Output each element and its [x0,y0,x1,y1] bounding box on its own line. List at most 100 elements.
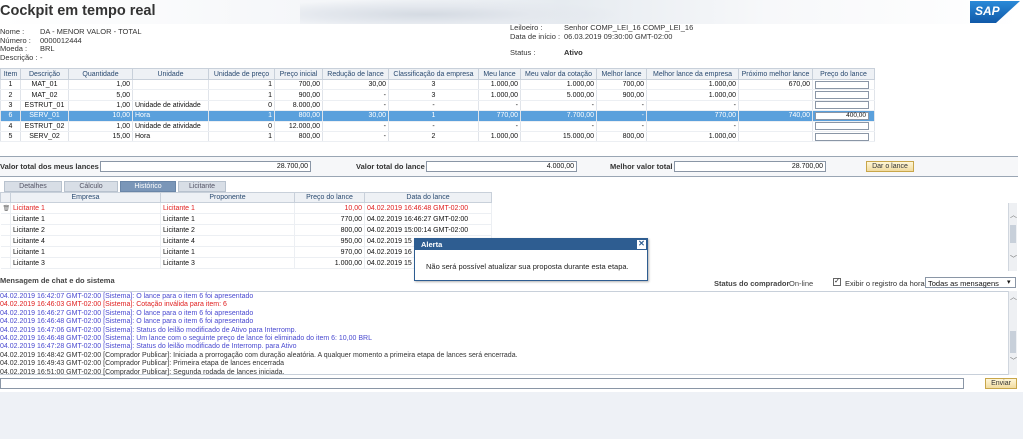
table-cell[interactable] [812,89,875,101]
table-cell: 800,00 [274,110,323,122]
table-row[interactable]: 4 ESTRUT_02 1,00 Unidade de atividade 0 12.00… [0,121,875,132]
history-cell: Licitante 1 [10,213,161,225]
items-header-cell[interactable]: Item [0,68,21,80]
table-cell [738,131,813,143]
items-header-cell[interactable]: Preço do lance [812,68,875,80]
items-header-cell[interactable]: Quantidade [68,68,133,80]
footer-area [0,392,1023,439]
chevron-down-icon: ▾ [1007,279,1011,286]
bid-total-label: Valor total do lance [356,162,425,171]
table-cell: 10,00 [68,110,133,122]
tab-detalhes[interactable]: Detalhes [4,181,62,192]
chat-message: 04.02.2019 16:47:28 GMT-02:00 [Sistema]:… [0,343,297,351]
table-cell[interactable] [812,79,875,91]
close-icon[interactable]: ✕ [637,240,646,249]
table-cell: 1.000,00 [646,79,739,91]
table-cell: Unidade de atividade [132,121,209,132]
table-cell: 3 [388,89,479,101]
history-scrollbar[interactable]: ︿ ﹀ [1008,203,1017,271]
history-header-cell: Empresa [10,192,161,203]
items-header-cell[interactable]: Preço inicial [274,68,323,80]
table-cell: 5.000,00 [520,89,597,101]
table-cell: 12.000,00 [274,121,323,132]
bid-price-input[interactable]: 400,00 [815,111,869,120]
bid-price-input[interactable] [815,91,869,100]
table-cell: - [322,100,389,112]
history-cell: Licitante 1 [160,246,295,258]
history-cell: Licitante 4 [10,235,161,247]
table-cell [738,100,813,112]
table-cell: 1,00 [68,100,133,112]
bid-price-input[interactable] [815,101,869,110]
send-button[interactable]: Enviar [985,378,1017,389]
buyer-status-value: On-line [789,279,814,288]
scroll-up-icon[interactable]: ︿ [1009,293,1018,302]
bid-price-input[interactable] [815,80,869,89]
scroll-down-icon[interactable]: ﹀ [1009,357,1018,366]
scroll-up-icon[interactable]: ︿ [1009,211,1018,220]
items-header-cell[interactable]: Classificação da empresa [388,68,479,80]
bid-total-value: 4.000,00 [426,161,577,172]
history-cell: 970,00 [294,246,365,258]
history-row[interactable]: Licitante 2 Licitante 2 800,00 04.02.2019 1… [0,224,492,236]
filter-value: Todas as mensagens [928,279,999,288]
scroll-thumb[interactable] [1010,331,1016,353]
table-row[interactable]: 6 SERV_01 10,00 Hora 1 800,00 30,00 1 770,00 7.70… [0,110,875,122]
scroll-down-icon[interactable]: ﹀ [1009,255,1018,264]
items-header-cell[interactable]: Melhor lance da empresa [646,68,739,80]
history-cell: Licitante 1 [10,246,161,258]
table-cell: 1 [208,110,275,122]
bid-price-input[interactable] [815,132,869,141]
history-cell: 800,00 [294,224,365,236]
table-row[interactable]: 2 MAT_02 5,00 1 900,00-3 1.000,00 5.000,00 900,… [0,89,875,101]
row-marker [0,224,11,236]
table-row[interactable]: 5 SERV_02 15,00 Hora 1 800,00-2 1.000,00 15.000… [0,131,875,143]
message-filter-select[interactable]: Todas as mensagens ▾ [925,277,1016,288]
best-total-label: Melhor valor total [610,162,673,171]
items-header-cell[interactable]: Próximo melhor lance [738,68,813,80]
items-header-cell[interactable]: Meu valor da cotação [520,68,597,80]
table-cell: Hora [132,131,209,143]
items-header-cell[interactable]: Redução de lance [322,68,389,80]
my-bids-total-value: 28.700,00 [100,161,311,172]
table-cell: 7.700,00 [520,110,597,122]
trash-icon[interactable]: 🗑 [0,202,11,214]
header-decoration [300,0,615,24]
alert-dialog: Alerta ✕ Não será possível atualizar sua… [414,238,648,281]
items-header-cell[interactable]: Unidade [132,68,209,80]
table-cell: - [646,100,739,112]
items-header-row: Item Descrição Quantidade Unidade Unidade de… [0,68,875,80]
chat-message: 04.02.2019 16:46:03 GMT-02:00 [Sistema]:… [0,301,227,309]
table-cell[interactable] [812,121,875,132]
history-row[interactable]: Licitante 1 Licitante 1 770,00 04.02.2019 1… [0,213,492,225]
table-row[interactable]: 1 MAT_01 1,00 1 700,00 30,00 3 1.000,00 1.000,00… [0,79,875,91]
items-header-cell[interactable]: Unidade de preço [208,68,275,80]
tab-historico[interactable]: Histórico [120,181,176,192]
items-header-cell[interactable]: Meu lance [478,68,521,80]
table-cell: ESTRUT_01 [20,100,69,112]
table-cell: 3 [388,79,479,91]
chat-message: 04.02.2019 16:46:27 GMT-02:00 [Sistema]:… [0,309,254,317]
table-cell[interactable]: 400,00 [812,110,875,122]
place-bid-button[interactable]: Dar o lance [866,161,914,172]
history-header-cell: Proponente [160,192,295,203]
chat-message-input[interactable] [0,378,964,389]
items-header-cell[interactable]: Melhor lance [596,68,647,80]
scroll-thumb[interactable] [1010,225,1016,243]
show-time-checkbox[interactable]: ✓ [833,278,841,286]
history-row[interactable]: 🗑 Licitante 1 Licitante 1 10,00 04.02.2019 1… [0,202,492,214]
chat-scrollbar[interactable]: ︿ ﹀ [1008,291,1017,375]
table-row[interactable]: 3 ESTRUT_01 1,00 Unidade de atividade 0 8.000… [0,100,875,112]
table-cell[interactable] [812,131,875,143]
table-cell[interactable] [812,100,875,112]
chat-message: 04.02.2019 16:46:48 GMT-02:00 [Sistema]:… [0,335,372,342]
history-header-cell: Preço do lance [294,192,365,203]
table-cell [132,79,209,91]
row-marker [0,235,11,247]
items-header-cell[interactable]: Descrição [20,68,69,80]
tab-calculo[interactable]: Cálculo [64,181,118,192]
tab-licitante[interactable]: Licitante [178,181,226,192]
table-cell: 1,00 [68,79,133,91]
totals-bar: Valor total dos meus lances 28.700,00 Va… [0,156,1018,177]
bid-price-input[interactable] [815,122,869,131]
